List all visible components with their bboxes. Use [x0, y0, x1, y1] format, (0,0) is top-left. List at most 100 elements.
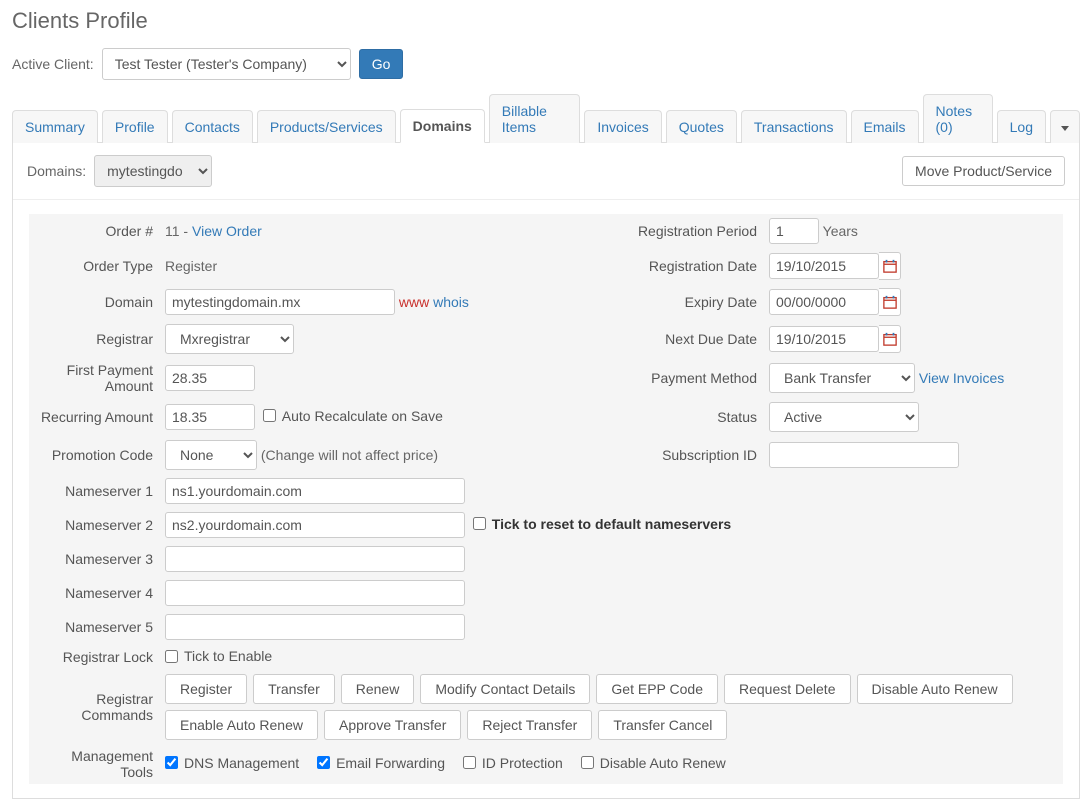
cmd-register-button[interactable]: Register — [165, 674, 247, 704]
tab-invoices[interactable]: Invoices — [584, 110, 661, 143]
domains-label: Domains: — [27, 163, 86, 179]
reg-lock-checkbox[interactable] — [165, 650, 178, 663]
order-num: 11 — [165, 223, 180, 239]
ns5-input[interactable] — [165, 614, 465, 640]
view-order-link[interactable]: View Order — [192, 223, 262, 239]
auto-recalc-label[interactable]: Auto Recalculate on Save — [263, 408, 443, 424]
chevron-down-icon — [1061, 126, 1069, 131]
label-order-type: Order Type — [29, 248, 159, 284]
status-select[interactable]: Active — [769, 402, 919, 432]
label-reg-date: Registration Date — [593, 248, 763, 284]
ns-reset-checkbox[interactable] — [473, 517, 486, 530]
expiry-input[interactable] — [769, 289, 879, 315]
email-fwd-label[interactable]: Email Forwarding — [317, 755, 445, 771]
ns-reset-label[interactable]: Tick to reset to default nameservers — [473, 516, 731, 532]
reg-period-unit: Years — [823, 223, 858, 239]
label-payment-method: Payment Method — [593, 358, 763, 398]
label-domain: Domain — [29, 284, 159, 320]
email-fwd-checkbox[interactable] — [317, 756, 330, 769]
domain-select[interactable]: mytestingdo — [94, 155, 212, 187]
label-mgmt-tools: Management Tools — [29, 744, 159, 784]
label-reg-period: Registration Period — [593, 214, 763, 248]
label-promo: Promotion Code — [29, 436, 159, 474]
first-payment-input[interactable] — [165, 365, 255, 391]
cmd-transfer-button[interactable]: Transfer — [253, 674, 335, 704]
recurring-input[interactable] — [165, 404, 255, 430]
disable-auto-label[interactable]: Disable Auto Renew — [581, 755, 726, 771]
reg-lock-label[interactable]: Tick to Enable — [165, 648, 272, 664]
reg-period-input[interactable] — [769, 218, 819, 244]
view-invoices-link[interactable]: View Invoices — [919, 370, 1004, 386]
order-type: Register — [159, 248, 593, 284]
whois-link[interactable]: whois — [433, 294, 469, 310]
calendar-icon[interactable] — [879, 252, 901, 280]
id-prot-checkbox[interactable] — [463, 756, 476, 769]
tab-billable[interactable]: Billable Items — [489, 94, 581, 143]
go-button[interactable]: Go — [359, 49, 404, 79]
auto-recalc-checkbox[interactable] — [263, 409, 276, 422]
cmd-request-delete-button[interactable]: Request Delete — [724, 674, 851, 704]
label-reg-lock: Registrar Lock — [29, 644, 159, 670]
cmd-disable-auto-renew-button[interactable]: Disable Auto Renew — [857, 674, 1013, 704]
cmd-transfer-cancel-button[interactable]: Transfer Cancel — [598, 710, 727, 740]
www-link[interactable]: www — [399, 294, 429, 310]
label-ns5: Nameserver 5 — [29, 610, 159, 644]
tab-summary[interactable]: Summary — [12, 110, 98, 143]
registrar-select[interactable]: Mxregistrar — [165, 324, 294, 354]
reg-date-input[interactable] — [769, 253, 879, 279]
label-recurring: Recurring Amount — [29, 398, 159, 436]
cmd-enable-auto-renew-button[interactable]: Enable Auto Renew — [165, 710, 318, 740]
cmd-reject-transfer-button[interactable]: Reject Transfer — [467, 710, 592, 740]
label-registrar: Registrar — [29, 320, 159, 358]
dns-mgmt-label[interactable]: DNS Management — [165, 755, 299, 771]
label-ns2: Nameserver 2 — [29, 508, 159, 542]
tab-emails[interactable]: Emails — [851, 110, 919, 143]
active-client-label: Active Client: — [12, 56, 94, 72]
promo-select[interactable]: None — [165, 440, 257, 470]
tab-products[interactable]: Products/Services — [257, 110, 396, 143]
tab-quotes[interactable]: Quotes — [666, 110, 737, 143]
calendar-icon[interactable] — [879, 325, 901, 353]
label-sub-id: Subscription ID — [593, 436, 763, 474]
id-prot-label[interactable]: ID Protection — [463, 755, 563, 771]
dns-mgmt-checkbox[interactable] — [165, 756, 178, 769]
tab-contacts[interactable]: Contacts — [172, 110, 253, 143]
disable-auto-checkbox[interactable] — [581, 756, 594, 769]
tab-log[interactable]: Log — [997, 110, 1046, 143]
tab-panel: Domains: mytestingdo Move Product/Servic… — [12, 143, 1080, 799]
payment-method-select[interactable]: Bank Transfer — [769, 363, 915, 393]
label-expiry: Expiry Date — [593, 284, 763, 320]
domain-form: Order # 11 - View Order Registration Per… — [13, 200, 1079, 798]
active-client-select[interactable]: Test Tester (Tester's Company) — [102, 48, 351, 80]
tab-transactions[interactable]: Transactions — [741, 110, 847, 143]
client-tabs: Summary Profile Contacts Products/Servic… — [12, 94, 1080, 143]
sub-id-input[interactable] — [769, 442, 959, 468]
ns2-input[interactable] — [165, 512, 465, 538]
calendar-icon[interactable] — [879, 288, 901, 316]
cmd-approve-transfer-button[interactable]: Approve Transfer — [324, 710, 461, 740]
label-status: Status — [593, 398, 763, 436]
label-ns3: Nameserver 3 — [29, 542, 159, 576]
label-ns1: Nameserver 1 — [29, 474, 159, 508]
domains-bar: Domains: mytestingdo Move Product/Servic… — [13, 143, 1079, 200]
label-order-num: Order # — [29, 214, 159, 248]
tab-more-dropdown[interactable] — [1050, 110, 1080, 143]
active-client-row: Active Client: Test Tester (Tester's Com… — [12, 48, 1080, 80]
tab-profile[interactable]: Profile — [102, 110, 168, 143]
label-ns4: Nameserver 4 — [29, 576, 159, 610]
cmd-renew-button[interactable]: Renew — [341, 674, 415, 704]
cmd-get-epp-button[interactable]: Get EPP Code — [596, 674, 718, 704]
label-first-payment: First Payment Amount — [29, 358, 159, 398]
tab-notes[interactable]: Notes (0) — [923, 94, 993, 143]
move-product-button[interactable]: Move Product/Service — [902, 156, 1065, 186]
cmd-modify-contact-button[interactable]: Modify Contact Details — [420, 674, 590, 704]
next-due-input[interactable] — [769, 326, 879, 352]
label-reg-commands: Registrar Commands — [29, 670, 159, 744]
promo-note: (Change will not affect price) — [261, 447, 438, 463]
label-next-due: Next Due Date — [593, 320, 763, 358]
ns4-input[interactable] — [165, 580, 465, 606]
tab-domains[interactable]: Domains — [400, 109, 485, 143]
ns1-input[interactable] — [165, 478, 465, 504]
ns3-input[interactable] — [165, 546, 465, 572]
domain-input[interactable] — [165, 289, 395, 315]
